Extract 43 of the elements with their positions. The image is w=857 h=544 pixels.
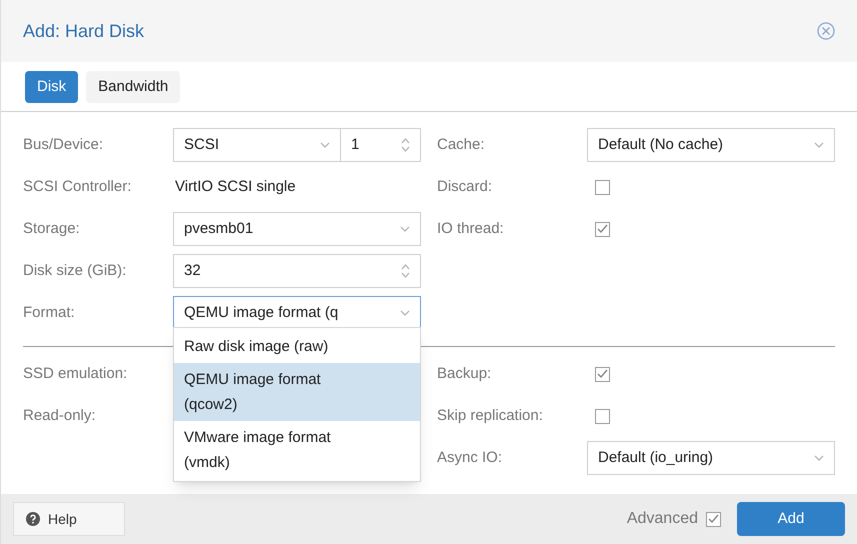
field-label: Discard:: [437, 176, 494, 197]
field-label: Storage:: [23, 218, 81, 239]
field-label: Cache:: [437, 134, 486, 155]
field-label: Disk size (GiB):: [23, 260, 128, 281]
help-icon: [26, 512, 40, 526]
field-value: VirtIO SCSI single: [174, 176, 296, 197]
field-label: Read-only:: [23, 406, 97, 426]
field-label: IO thread:: [437, 218, 505, 239]
window-title: Add: Hard Disk: [23, 20, 144, 42]
advanced-label: Advanced: [626, 509, 698, 529]
device-number-field[interactable]: 1: [341, 128, 421, 162]
tab[interactable]: Bandwidth: [86, 71, 180, 103]
dropdown-option[interactable]: QEMU image format (qcow2): [174, 363, 420, 421]
field-label: SCSI Controller:: [23, 176, 132, 197]
checkbox[interactable]: [595, 366, 610, 382]
checkbox[interactable]: [595, 180, 610, 194]
field-label: Skip replication:: [437, 406, 544, 426]
dropdown-option[interactable]: Raw disk image (raw): [174, 330, 420, 363]
advanced-checkbox[interactable]: [706, 512, 721, 526]
field-label: Format:: [23, 302, 76, 323]
field-label: Backup:: [437, 364, 492, 384]
checkbox[interactable]: [595, 222, 610, 236]
chevron-down-icon: [814, 142, 824, 148]
spinner-arrows-icon[interactable]: [401, 137, 410, 153]
select-field[interactable]: pvesmb01: [173, 212, 421, 246]
field-label: SSD emulation:: [23, 364, 128, 384]
select-field[interactable]: Default (No cache): [587, 128, 835, 162]
dropdown-option[interactable]: VMware image format (vmdk): [174, 421, 420, 479]
chevron-down-icon: [400, 310, 410, 316]
help-button[interactable]: Help: [13, 502, 125, 536]
bus-select[interactable]: SCSI: [173, 128, 341, 162]
add-button[interactable]: Add: [737, 502, 845, 536]
close-icon[interactable]: [817, 22, 835, 40]
number-field[interactable]: 32: [173, 254, 421, 288]
field-label: Bus/Device:: [23, 134, 104, 155]
chevron-down-icon: [814, 455, 824, 461]
field-label: Async IO:: [437, 448, 504, 468]
spinner-arrows-icon[interactable]: [401, 263, 410, 279]
select-field[interactable]: Default (io_uring): [587, 441, 835, 475]
chevron-down-icon: [400, 226, 410, 232]
chevron-down-icon: [320, 142, 330, 148]
tab[interactable]: Disk: [25, 71, 78, 103]
checkbox[interactable]: [595, 408, 610, 424]
